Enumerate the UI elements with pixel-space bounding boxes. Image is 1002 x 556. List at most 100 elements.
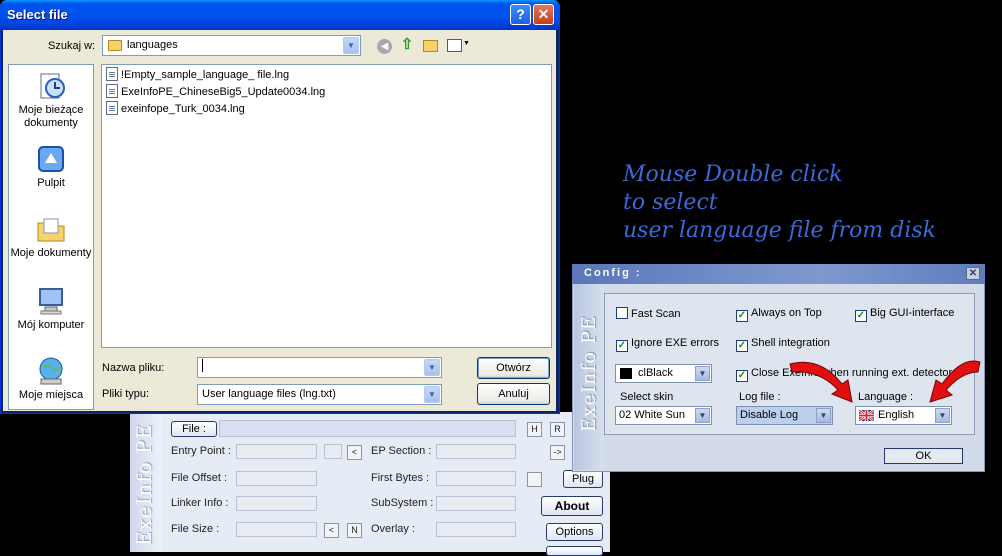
place-label: Pulpit (37, 177, 65, 189)
red-arrow-left-icon (789, 361, 853, 403)
view-menu-icon[interactable] (447, 39, 462, 52)
checkbox-label: Shell integration (751, 337, 830, 349)
skin-combo[interactable]: 02 White Sun ▼ (615, 406, 712, 425)
view-menu-arrow-icon[interactable]: ▼ (463, 40, 470, 47)
rip-button[interactable]: R (550, 422, 565, 437)
log-file-label: Log file : (739, 391, 781, 403)
checkbox-label: Big GUI-interface (870, 307, 955, 319)
chevron-down-icon[interactable]: ▼ (695, 408, 710, 423)
new-folder-icon[interactable] (423, 40, 438, 52)
ep-section-label: EP Section : (371, 445, 432, 457)
place-my-documents[interactable]: Moje dokumenty (8, 213, 94, 260)
close-button[interactable]: ✕ (533, 4, 554, 25)
my-computer-icon (39, 288, 63, 315)
chevron-down-icon[interactable]: ▼ (424, 386, 440, 403)
file-type-value: User language files (lng.txt) (202, 388, 336, 400)
subsystem-label: SubSystem : (371, 497, 434, 509)
exeinfo-side-title: ExeInfo PE (132, 423, 156, 546)
recent-documents-icon (40, 73, 65, 99)
file-size-field (236, 522, 317, 537)
ep-section-go-button[interactable]: -> (550, 445, 565, 460)
text-caret (202, 359, 203, 372)
instruction-line-2: to select (623, 190, 718, 215)
folder-icon (108, 40, 122, 51)
place-recent-documents[interactable]: Moje bieżące dokumenty (8, 70, 94, 130)
network-places-icon (39, 357, 63, 385)
chevron-down-icon[interactable]: ▼ (695, 366, 710, 381)
config-close-icon[interactable]: ✕ (966, 267, 980, 280)
big-gui-checkbox[interactable]: ✓ Big GUI-interface (855, 307, 954, 322)
ep-section-field (436, 444, 516, 459)
list-item[interactable]: exeinfope_Turk_0034.lng (106, 101, 245, 117)
about-button[interactable]: About (541, 496, 603, 516)
first-bytes-info-button[interactable] (527, 472, 542, 487)
hex-viewer-button[interactable]: H (527, 422, 542, 437)
list-item[interactable]: ExeInfoPE_ChineseBig5_Update0034.lng (106, 84, 325, 100)
checkbox-box (616, 307, 628, 319)
chevron-down-icon[interactable]: ▼ (343, 37, 359, 54)
place-label: Moje miejsca (18, 389, 84, 401)
look-in-value: languages (127, 39, 178, 51)
exit-button[interactable] (546, 546, 603, 556)
plug-button[interactable]: Plug (563, 470, 603, 488)
red-arrows-annotation (789, 360, 981, 403)
dialog-title-bar[interactable] (0, 0, 560, 30)
language-file-icon (106, 67, 118, 81)
entry-point-extra-field (324, 444, 342, 459)
color-value: clBlack (638, 367, 673, 379)
checkbox-label: Always on Top (751, 307, 822, 319)
instruction-line-3: user language file from disk (623, 218, 936, 243)
file-offset-field (236, 471, 317, 486)
overlay-label: Overlay : (371, 523, 416, 535)
desktop-icon (38, 146, 64, 172)
file-offset-label: File Offset : (171, 472, 228, 484)
file-path-field (219, 420, 516, 437)
ep-prev-button[interactable]: < (347, 445, 362, 460)
place-desktop[interactable]: Pulpit (8, 143, 94, 190)
skin-value: 02 White Sun (619, 409, 686, 421)
file-list[interactable]: !Empty_sample_language_ file.lng ExeInfo… (101, 64, 552, 348)
cancel-button[interactable]: Anuluj (477, 383, 550, 405)
ignore-exe-errors-checkbox[interactable]: ✓ Ignore EXE errors (616, 337, 719, 352)
look-in-combo[interactable]: languages ▼ (102, 35, 361, 56)
options-button[interactable]: Options (546, 523, 603, 541)
place-network[interactable]: Moje miejsca (8, 355, 94, 402)
checkmark-icon: ✓ (736, 370, 748, 382)
place-my-computer[interactable]: Mój komputer (8, 285, 94, 332)
fast-scan-checkbox[interactable]: Fast Scan (616, 307, 681, 321)
ok-button[interactable]: OK (884, 448, 963, 464)
list-item[interactable]: !Empty_sample_language_ file.lng (106, 67, 289, 83)
checkmark-icon: ✓ (736, 340, 748, 352)
language-file-icon (106, 101, 118, 115)
chevron-down-icon[interactable]: ▼ (424, 359, 440, 376)
file-size-label: File Size : (171, 523, 220, 535)
file-name: ExeInfoPE_ChineseBig5_Update0034.lng (121, 86, 326, 98)
back-icon[interactable]: ◀ (377, 39, 392, 54)
dialog-title: Select file (7, 7, 68, 22)
file-type-label: Pliki typu: (102, 388, 150, 400)
overlay-field (436, 522, 516, 537)
entry-point-field (236, 444, 317, 459)
checkbox-label: Ignore EXE errors (631, 337, 720, 349)
file-type-combo[interactable]: User language files (lng.txt) ▼ (197, 384, 442, 405)
place-label: Moje dokumenty (10, 247, 92, 259)
about-label: About (554, 499, 590, 513)
place-label: Mój komputer (17, 319, 85, 331)
file-size-prev-button[interactable]: < (324, 523, 339, 538)
checkbox-label: Fast Scan (631, 308, 681, 320)
file-name-input[interactable]: ▼ (197, 357, 442, 378)
select-skin-label: Select skin (620, 391, 674, 403)
help-button[interactable]: ? (510, 4, 531, 25)
file-size-n-button[interactable]: N (347, 523, 362, 538)
file-button[interactable]: File : (171, 421, 217, 437)
up-folder-icon[interactable]: ⇧ (399, 37, 415, 54)
look-in-label: Szukaj w: (48, 40, 96, 52)
subsystem-field (436, 496, 516, 511)
checkmark-icon: ✓ (616, 340, 628, 352)
open-button[interactable]: Otwórz (477, 357, 550, 379)
always-on-top-checkbox[interactable]: ✓ Always on Top (736, 307, 822, 322)
color-combo[interactable]: clBlack ▼ (615, 364, 712, 383)
language-file-icon (106, 84, 118, 98)
file-name: !Empty_sample_language_ file.lng (121, 69, 290, 81)
file-name: exeinfope_Turk_0034.lng (121, 103, 245, 115)
